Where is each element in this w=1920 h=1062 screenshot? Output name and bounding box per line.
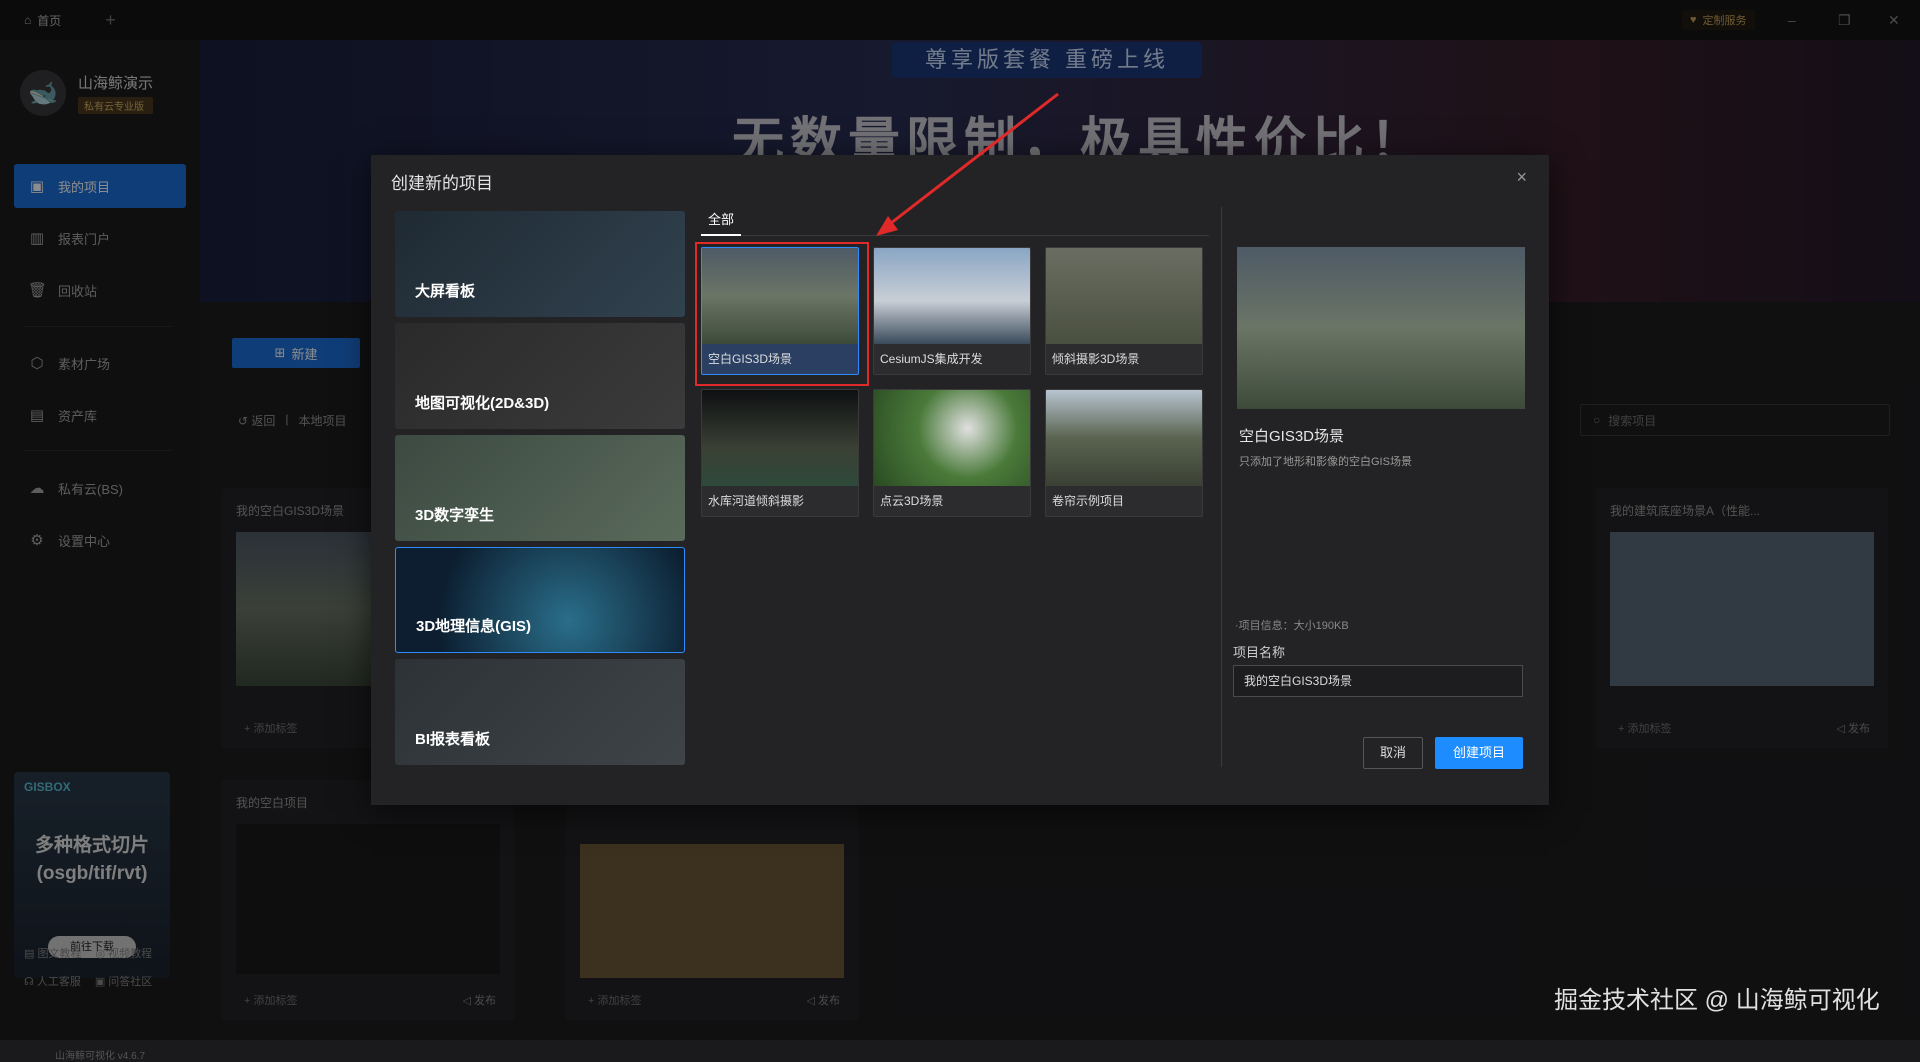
template-reservoir[interactable]: 水库河道倾斜摄影 (701, 389, 859, 517)
tab-active-indicator (701, 234, 741, 236)
category-gis[interactable]: 3D地理信息(GIS) (395, 547, 685, 653)
preview-title: 空白GIS3D场景 (1239, 428, 1345, 445)
divider (1221, 207, 1222, 767)
template-preview-image (1237, 247, 1525, 409)
template-label: 卷帘示例项目 (1052, 494, 1125, 508)
highlight-box (695, 242, 869, 386)
create-project-dialog: 创建新的项目 × 大屏看板 地图可视化(2D&3D) 3D数字孪生 3D地理信息… (371, 155, 1549, 805)
template-label: CesiumJS集成开发 (880, 352, 983, 366)
category-map-visualization[interactable]: 地图可视化(2D&3D) (395, 323, 685, 429)
template-point-cloud[interactable]: 点云3D场景 (873, 389, 1031, 517)
category-label: BI报表看板 (415, 731, 491, 748)
template-thumbnail (702, 390, 858, 486)
category-digital-twin[interactable]: 3D数字孪生 (395, 435, 685, 541)
tab-underline (701, 235, 1209, 236)
preview-description: 只添加了地形和影像的空白GIS场景 (1239, 456, 1412, 468)
category-dashboard[interactable]: 大屏看板 (395, 211, 685, 317)
tab-all[interactable]: 全部 (701, 209, 741, 228)
category-label: 3D数字孪生 (415, 507, 495, 524)
project-name-label: 项目名称 (1233, 645, 1286, 660)
version-label: 山海鲸可视化 v4.6.7 (54, 1051, 146, 1062)
template-thumbnail (874, 390, 1030, 486)
category-label: 大屏看板 (415, 283, 476, 300)
category-label: 3D地理信息(GIS) (416, 618, 532, 635)
template-label: 点云3D场景 (880, 494, 944, 508)
template-label: 倾斜摄影3D场景 (1052, 352, 1140, 366)
template-thumbnail (874, 248, 1030, 344)
project-info: ·项目信息：大小190KB (1235, 620, 1349, 632)
template-swipe[interactable]: 卷帘示例项目 (1045, 389, 1203, 517)
template-thumbnail (1046, 248, 1202, 344)
category-label: 地图可视化(2D&3D) (415, 395, 550, 412)
category-bi-report[interactable]: BI报表看板 (395, 659, 685, 765)
create-project-button[interactable]: 创建项目 (1435, 737, 1523, 769)
template-oblique-photo[interactable]: 倾斜摄影3D场景 (1045, 247, 1203, 375)
dialog-title: 创建新的项目 (391, 174, 493, 193)
cancel-button[interactable]: 取消 (1363, 737, 1423, 769)
watermark: 掘金技术社区 @ 山海鲸可视化 (1554, 987, 1880, 1014)
project-name-input[interactable]: 我的空白GIS3D场景 (1233, 665, 1523, 697)
template-cesiumjs[interactable]: CesiumJS集成开发 (873, 247, 1031, 375)
template-label: 水库河道倾斜摄影 (708, 494, 805, 508)
template-thumbnail (1046, 390, 1202, 486)
close-icon[interactable]: × (1516, 167, 1527, 188)
